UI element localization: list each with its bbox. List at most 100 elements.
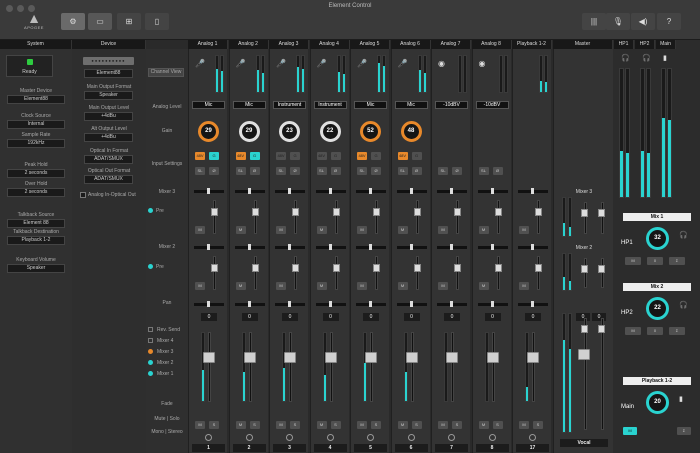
mute-button[interactable]: M [195,421,205,429]
mute-button[interactable]: M [438,421,448,429]
mono-stereo-toggle[interactable] [448,434,455,441]
send-mute-button[interactable]: M [357,226,367,234]
send-fader-handle[interactable] [251,264,259,272]
master-fader-handle[interactable] [598,265,605,273]
fader-handle[interactable] [243,352,256,363]
mix1-volume-knob[interactable]: 32 [646,227,669,250]
send-fader-handle[interactable] [332,264,340,272]
mute-button[interactable]: M [316,421,327,429]
send-pan-handle[interactable] [328,188,332,194]
device-field-value[interactable]: Speaker [84,91,133,100]
mix1-button[interactable]: M [625,257,641,265]
send-pan-handle[interactable] [531,188,534,194]
device-field-value[interactable]: +4dBu [84,112,133,121]
send-mute-button[interactable]: M [478,282,489,290]
master-fader[interactable] [601,258,604,288]
send-pan-handle[interactable] [288,244,291,250]
master-fader-handle[interactable] [581,325,588,333]
phase-button[interactable]: Ø [492,167,503,175]
softlimit-button[interactable]: SL [316,167,327,175]
send-mute-button[interactable]: M [519,226,529,234]
pan-value[interactable]: 0 [282,313,298,321]
master-fader[interactable] [601,318,604,430]
pan-handle[interactable] [247,301,251,307]
pan-value[interactable]: 0 [201,313,217,321]
send-fader[interactable] [415,256,419,290]
48v-button[interactable]: 48V [276,152,286,160]
send-fader-handle[interactable] [373,208,380,216]
master-fader-handle[interactable] [581,265,588,273]
mix2-button[interactable]: 0 [647,327,663,335]
fader-handle[interactable] [405,352,418,363]
send-pan-handle[interactable] [328,244,332,250]
io-icon[interactable]: ⊞ [117,13,141,30]
phase-button[interactable]: Ø [330,167,341,175]
pan-value[interactable]: 0 [444,313,460,321]
softlimit-button[interactable]: SL [357,167,367,175]
send-fader[interactable] [294,256,297,290]
mixer2-radio[interactable] [148,360,153,365]
softlimit-button[interactable]: SL [438,167,448,175]
mix1-button[interactable]: 0 [647,257,663,265]
master-fader-handle[interactable] [581,209,588,217]
solo-button[interactable]: S [533,421,543,429]
system-field-value[interactable]: 192kHz [7,139,65,148]
channel-view-button[interactable]: Channel View [148,68,184,77]
pan-value[interactable]: 0 [322,313,339,321]
send-fader[interactable] [375,256,378,290]
48v-button[interactable]: 48V [316,152,327,160]
pan-handle[interactable] [328,301,332,307]
mute-button[interactable]: M [235,421,246,429]
send-pan-handle[interactable] [207,188,210,194]
send-fader[interactable] [456,200,459,234]
master-main-fader-handle[interactable] [578,349,590,360]
mix1-button[interactable]: Σ [669,257,685,265]
send-fader[interactable] [537,256,540,290]
fader-handle[interactable] [284,352,296,363]
send-pan-handle[interactable] [490,188,494,194]
system-field-value[interactable]: Element88 [7,95,65,104]
send-fader[interactable] [496,256,500,290]
send-fader-handle[interactable] [454,264,461,272]
analog-level-select[interactable]: Mic [192,101,225,109]
system-field-value[interactable]: Internal [7,120,65,129]
send-mute-button[interactable]: M [438,282,448,290]
mono-stereo-toggle[interactable] [245,434,253,441]
master-fader[interactable] [584,202,587,234]
solo-button[interactable]: S [371,421,381,429]
send-fader-handle[interactable] [251,208,259,216]
pan-handle[interactable] [288,301,291,307]
gain-knob[interactable]: 23 [279,121,300,142]
channel-fader[interactable] [208,332,211,402]
channel-fader[interactable] [289,332,292,402]
48v-button[interactable]: 48V [357,152,367,160]
analog-level-select[interactable]: Instrument [273,101,306,109]
mute-button[interactable]: M [519,421,529,429]
softlimit-button[interactable]: SL [235,167,246,175]
master-fader-handle[interactable] [598,325,605,333]
send-fader[interactable] [334,256,338,290]
device-field-value[interactable]: +4dBu [84,133,133,142]
remote-icon[interactable]: ▯ [145,13,169,30]
group-button[interactable]: G [249,152,260,160]
phase-button[interactable]: Ø [452,167,462,175]
send-mute-button[interactable]: M [316,282,327,290]
send-mute-button[interactable]: M [235,282,246,290]
group-button[interactable]: G [290,152,300,160]
send-fader-handle[interactable] [373,264,380,272]
mono-stereo-toggle[interactable] [286,434,293,441]
device-field-value[interactable]: ADAT/SMUX [84,175,133,184]
help-icon[interactable]: ? [657,13,681,30]
mono-stereo-toggle[interactable] [407,434,415,441]
pan-handle[interactable] [207,301,210,307]
system-field-value[interactable]: Speaker [7,264,65,273]
send-pan-handle[interactable] [207,244,210,250]
send-fader[interactable] [294,200,297,234]
send-fader[interactable] [253,256,257,290]
group-button[interactable]: G [411,152,422,160]
fader-handle[interactable] [324,352,337,363]
send-fader[interactable] [253,200,257,234]
send-fader-handle[interactable] [332,208,340,216]
send-pan-handle[interactable] [247,188,251,194]
mixer1-radio[interactable] [148,371,153,376]
